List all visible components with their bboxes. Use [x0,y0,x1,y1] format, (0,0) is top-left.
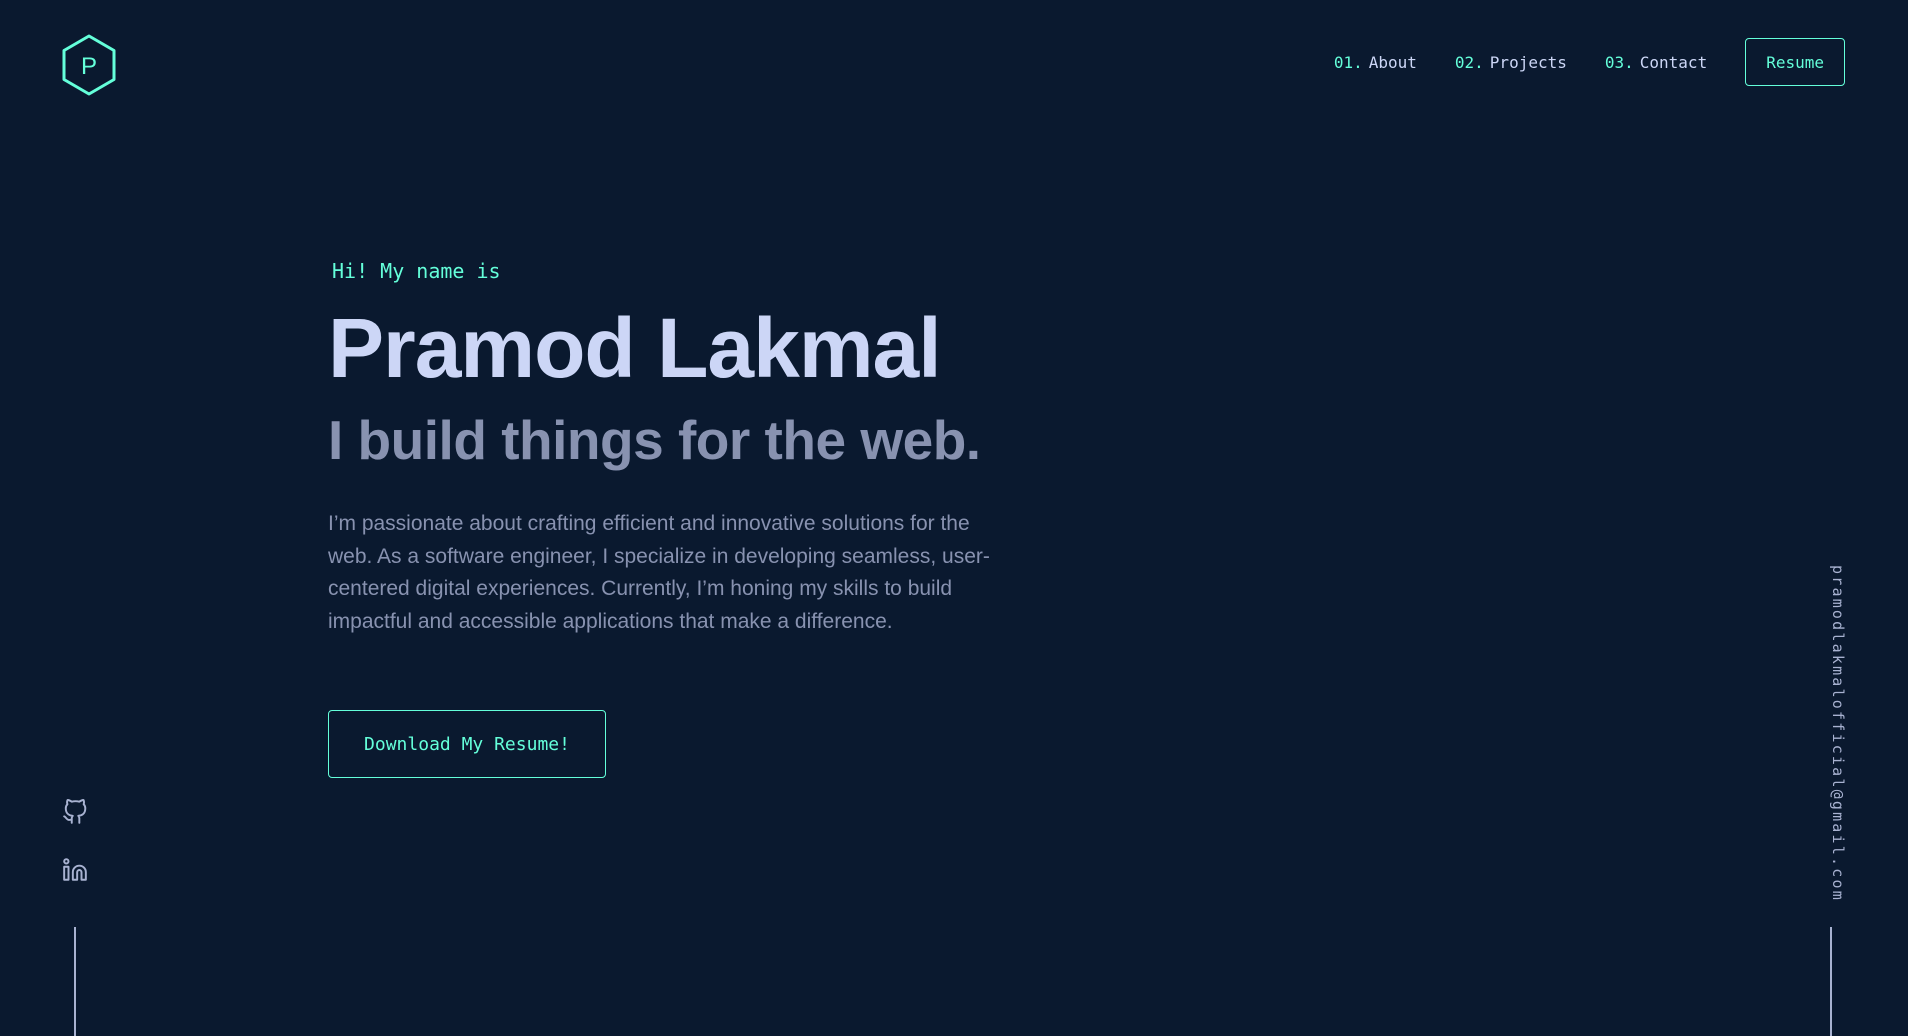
github-link[interactable] [62,799,88,825]
hero-intro: I’m passionate about crafting efficient … [328,512,990,633]
left-divider-line [74,927,76,1036]
nav-number: 02. [1454,52,1484,72]
main-nav: 01. About 02. Projects 03. Contact Resume [1334,38,1845,86]
hexagon-logo-icon: P [62,34,116,96]
nav-number: 01. [1333,52,1363,72]
nav-label: About [1368,52,1417,72]
hero-section: Hi! My name is Pramod Lakmal I build thi… [328,254,1028,638]
greeting: Hi! My name is [332,259,501,283]
nav-item-projects[interactable]: 02. Projects [1455,53,1567,72]
hero-name: Pramod Lakmal [328,301,942,395]
logo[interactable]: P [60,33,118,97]
nav-item-contact[interactable]: 03. Contact [1605,53,1707,72]
linkedin-icon [63,858,87,881]
download-resume-button[interactable]: Download My Resume! [328,710,606,778]
logo-letter: P [81,53,97,80]
linkedin-link[interactable] [62,857,88,883]
nav-number: 03. [1604,52,1634,72]
nav-label: Projects [1489,52,1567,72]
resume-button[interactable]: Resume [1745,38,1845,86]
right-divider-line [1830,927,1832,1036]
nav-label: Contact [1639,52,1708,72]
github-icon [63,799,87,824]
email-link[interactable]: pramodlakmalofficial@gmail.com [1829,565,1847,902]
hero-tagline: I build things for the web. [328,409,981,471]
nav-item-about[interactable]: 01. About [1334,53,1417,72]
